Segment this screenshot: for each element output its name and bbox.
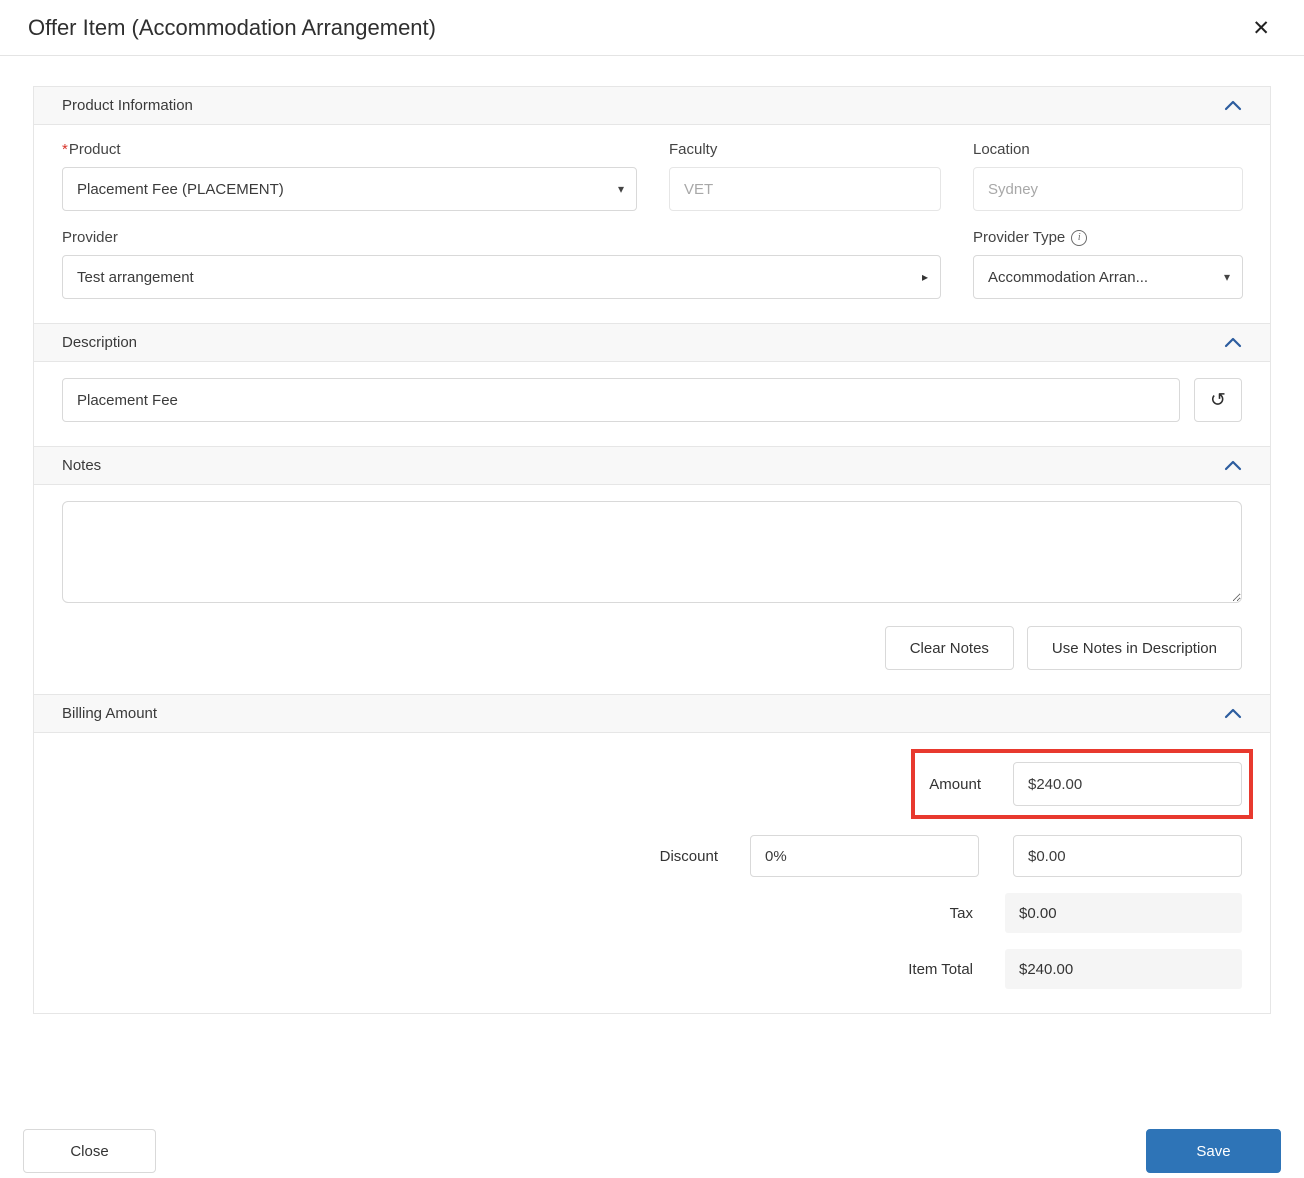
section-header-billing-amount[interactable]: Billing Amount (34, 695, 1270, 733)
location-field (973, 167, 1243, 211)
chevron-up-icon[interactable] (1224, 100, 1242, 111)
faculty-label: Faculty (669, 141, 718, 158)
chevron-up-icon[interactable] (1224, 337, 1242, 348)
section-notes: Notes Clear Notes Use Notes in Descripti… (33, 446, 1271, 694)
item-total-label: Item Total (908, 960, 973, 978)
discount-percent-input[interactable] (750, 835, 979, 877)
close-button[interactable]: Close (23, 1129, 156, 1173)
provider-type-field-group: Provider Type i ▾ (973, 229, 1243, 299)
amount-label: Amount (929, 775, 981, 793)
faculty-field-group: Faculty (669, 141, 941, 211)
section-title: Description (62, 334, 138, 351)
location-field-group: Location (973, 141, 1243, 211)
description-body: ↺ (34, 362, 1270, 446)
chevron-right-icon[interactable]: ▸ (922, 270, 928, 284)
section-header-description[interactable]: Description (34, 324, 1270, 362)
faculty-field (669, 167, 941, 211)
provider-field[interactable] (62, 255, 941, 299)
tax-value: $0.00 (1005, 893, 1242, 933)
amount-input[interactable] (1013, 762, 1242, 806)
provider-type-label: Provider Type i (973, 229, 1243, 246)
notes-body: Clear Notes Use Notes in Description (34, 485, 1270, 694)
item-total-value: $240.00 (1005, 949, 1242, 989)
provider-field-group: Provider ▸ (62, 229, 941, 299)
product-select[interactable] (62, 167, 637, 211)
product-label: *Product (62, 141, 121, 158)
tax-row: Tax $0.00 (950, 893, 1242, 933)
location-label: Location (973, 141, 1030, 158)
required-asterisk: * (62, 141, 68, 158)
section-title: Product Information (62, 97, 193, 114)
chevron-up-icon[interactable] (1224, 460, 1242, 471)
section-product-information: Product Information *Product ▾ Faculty (33, 86, 1271, 323)
product-information-body: *Product ▾ Faculty Location (34, 125, 1270, 323)
restore-description-button[interactable]: ↺ (1194, 378, 1242, 422)
section-billing-amount: Billing Amount Amount Discount (33, 694, 1271, 1014)
notes-textarea[interactable] (62, 501, 1242, 603)
save-button[interactable]: Save (1146, 1129, 1281, 1173)
modal-footer: Close Save (0, 1129, 1304, 1173)
clear-notes-button[interactable]: Clear Notes (884, 626, 1014, 670)
product-field-group: *Product ▾ (62, 141, 637, 211)
section-header-product-information[interactable]: Product Information (34, 87, 1270, 125)
amount-highlight-box: Amount (911, 749, 1253, 819)
chevron-up-icon[interactable] (1224, 708, 1242, 719)
tax-label: Tax (949, 904, 973, 922)
restore-icon: ↺ (1210, 389, 1226, 411)
discount-row: Discount (660, 835, 1242, 877)
item-total-row: Item Total $240.00 (908, 949, 1242, 989)
discount-label: Discount (659, 847, 718, 865)
use-notes-in-description-button[interactable]: Use Notes in Description (1026, 626, 1242, 670)
billing-body: Amount Discount Tax $0.00 Item Total $24… (34, 733, 1270, 1013)
description-input[interactable] (62, 378, 1180, 422)
close-icon[interactable]: ✕ (1246, 16, 1276, 41)
provider-type-select[interactable] (973, 255, 1243, 299)
info-icon[interactable]: i (1071, 229, 1088, 246)
modal-title: Offer Item (Accommodation Arrangement) (28, 15, 436, 40)
section-description: Description ↺ (33, 323, 1271, 446)
section-title: Billing Amount (62, 705, 158, 722)
section-title: Notes (62, 457, 102, 474)
discount-amount-input[interactable] (1013, 835, 1242, 877)
section-header-notes[interactable]: Notes (34, 447, 1270, 485)
modal-header: Offer Item (Accommodation Arrangement) ✕ (0, 0, 1304, 56)
modal-body: Product Information *Product ▾ Faculty (33, 86, 1271, 1014)
provider-label: Provider (62, 229, 118, 246)
